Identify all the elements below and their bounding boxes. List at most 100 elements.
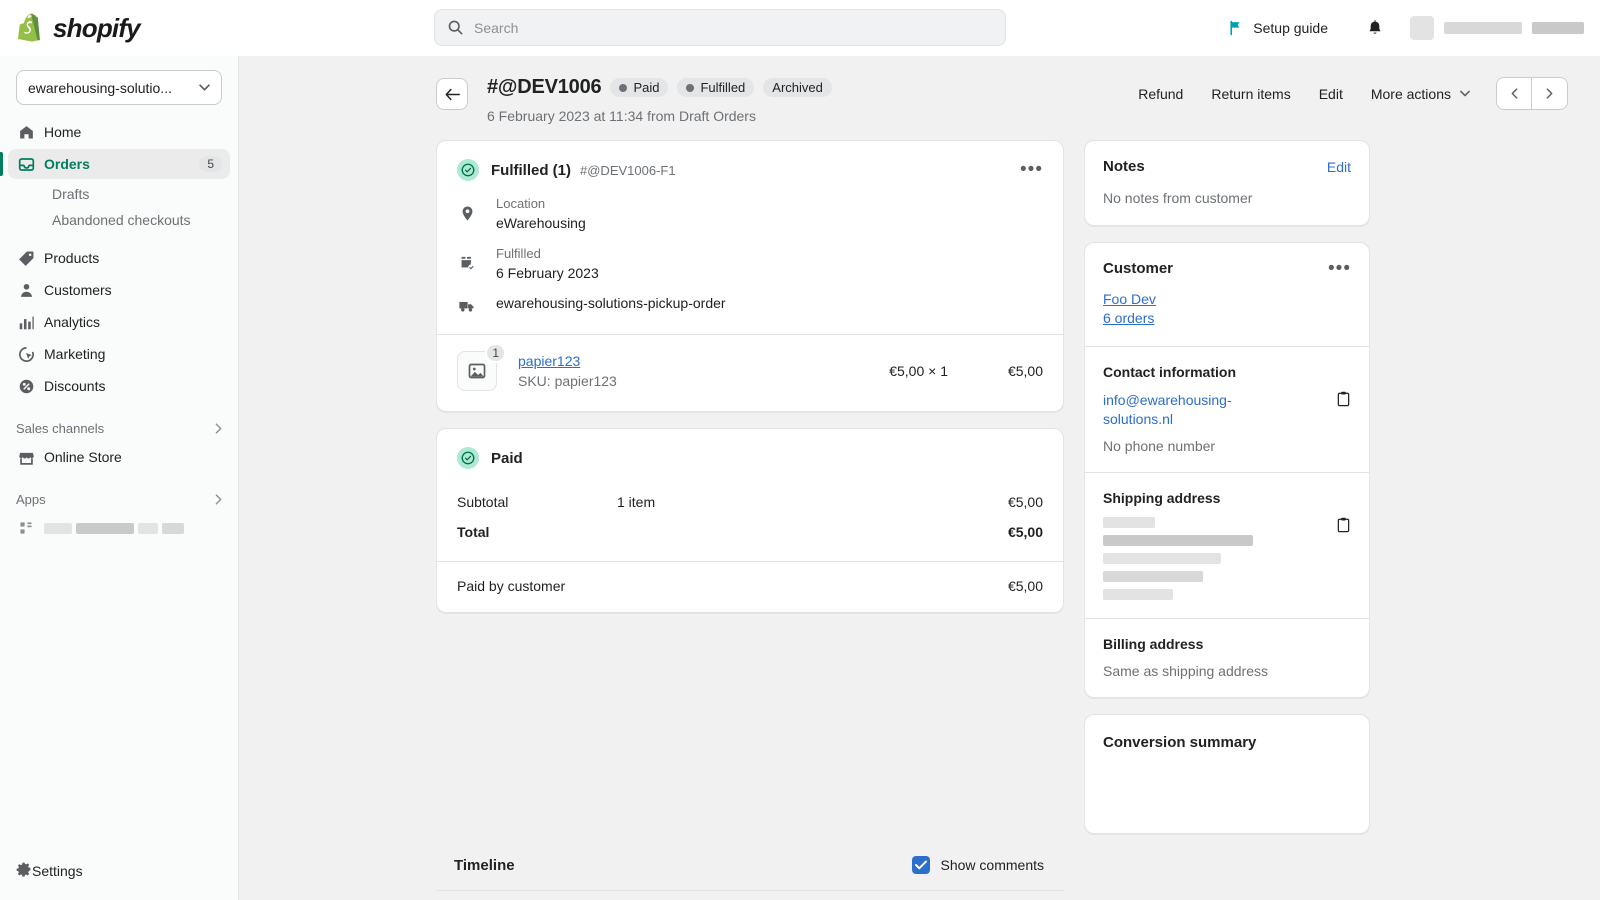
edit-button[interactable]: Edit — [1305, 79, 1357, 109]
sidebar-group-apps[interactable]: Apps — [8, 486, 230, 513]
shopify-logo[interactable]: shopify — [0, 0, 239, 56]
totals-row-total: Total €5,00 — [437, 515, 1063, 545]
app-name-redacted-4 — [162, 522, 184, 534]
chevron-down-icon — [1460, 90, 1470, 97]
sales-channels-label: Sales channels — [16, 421, 105, 436]
more-actions-button[interactable]: More actions — [1357, 79, 1484, 109]
sidebar-item-discounts[interactable]: Discounts — [8, 371, 230, 401]
shipping-address-redacted — [1103, 517, 1293, 600]
global-search[interactable] — [434, 9, 1006, 46]
contact-information-title: Contact information — [1103, 364, 1236, 380]
chevron-left-icon — [1511, 88, 1517, 99]
fulfillment-card: Fulfilled (1) #@DEV1006-F1 ••• Location … — [436, 140, 1064, 412]
sidebar-item-label: Products — [44, 250, 100, 266]
show-comments-label: Show comments — [940, 857, 1044, 873]
totals-row-subtotal: Subtotal 1 item €5,00 — [437, 489, 1063, 515]
sidebar-item-label: Home — [44, 124, 82, 140]
total-mid — [617, 524, 1008, 540]
more-actions-label: More actions — [1370, 85, 1451, 102]
customer-email-row: info@ewarehousing-solutions.nl — [1103, 391, 1351, 429]
timeline-title: Timeline — [454, 856, 515, 874]
notes-body: No notes from customer — [1103, 190, 1253, 206]
sidebar-group-sales-channels[interactable]: Sales channels — [8, 415, 230, 442]
sidebar-item-app-redacted[interactable] — [8, 513, 230, 543]
shipping-address-section: Shipping address — [1085, 472, 1369, 618]
discounts-icon — [16, 376, 36, 396]
chevron-right-icon — [1546, 88, 1553, 99]
header-actions: Refund Return items Edit More actions — [1124, 77, 1568, 110]
user-menu[interactable] — [1410, 16, 1584, 40]
line-item-name-link[interactable]: papier123 — [518, 353, 580, 369]
conversion-summary-title: Conversion summary — [1103, 734, 1257, 751]
show-comments-checkbox[interactable] — [911, 856, 930, 874]
user-name-redacted — [1444, 22, 1522, 34]
sidebar: ewarehousing-solutio... Home Orders 5 Dr… — [0, 56, 239, 900]
topbar-right-cluster: Setup guide — [1218, 0, 1600, 56]
notifications-button[interactable] — [1356, 9, 1394, 47]
total-label: Total — [457, 524, 490, 540]
home-icon — [16, 122, 36, 142]
notes-header: Notes Edit — [1085, 141, 1369, 175]
next-order-button[interactable] — [1532, 77, 1568, 110]
setup-guide-button[interactable]: Setup guide — [1218, 14, 1338, 42]
sidebar-item-label: Analytics — [44, 314, 101, 330]
page-title: #@DEV1006 — [487, 76, 602, 98]
customer-more-icon[interactable]: ••• — [1328, 259, 1351, 278]
previous-order-button[interactable] — [1496, 77, 1532, 110]
notes-edit-link[interactable]: Edit — [1327, 159, 1351, 175]
billing-address-section: Billing address Same as shipping address — [1085, 618, 1369, 697]
shipping-method-value: ewarehousing-solutions-pickup-order — [496, 295, 726, 311]
fulfillment-card-header: Fulfilled (1) #@DEV1006-F1 ••• — [437, 141, 1063, 181]
customer-phone: No phone number — [1103, 438, 1216, 454]
back-button[interactable] — [436, 78, 468, 110]
right-column: Notes Edit No notes from customer Custom… — [1084, 140, 1370, 850]
fulfilled-package-icon — [457, 253, 477, 273]
check-icon — [914, 860, 927, 870]
copy-email-icon[interactable] — [1328, 391, 1351, 412]
payment-totals: Subtotal 1 item €5,00 Total €5,00 — [437, 473, 1063, 545]
order-pagination — [1496, 77, 1568, 110]
sidebar-item-products[interactable]: Products — [8, 243, 230, 273]
analytics-icon — [16, 312, 36, 332]
payment-title: Paid — [491, 449, 523, 467]
setup-guide-label: Setup guide — [1253, 20, 1328, 36]
customer-email-link[interactable]: info@ewarehousing-solutions.nl — [1103, 391, 1283, 429]
sidebar-item-label: Online Store — [44, 449, 122, 465]
sidebar-item-online-store[interactable]: Online Store — [8, 442, 230, 472]
store-switcher[interactable]: ewarehousing-solutio... — [16, 70, 222, 105]
sidebar-item-orders[interactable]: Orders 5 — [0, 149, 230, 179]
customer-orders-link[interactable]: 6 orders — [1103, 310, 1351, 326]
title-block: #@DEV1006 Paid Fulfilled Archived 6 Febr… — [487, 76, 832, 124]
order-detail-page: #@DEV1006 Paid Fulfilled Archived 6 Febr… — [239, 56, 1600, 900]
sidebar-item-home[interactable]: Home — [8, 117, 230, 147]
search-input[interactable] — [474, 19, 954, 36]
refund-button[interactable]: Refund — [1124, 79, 1197, 109]
show-comments-toggle[interactable]: Show comments — [911, 856, 1044, 874]
customer-card: Customer ••• Foo Dev 6 orders Contact in… — [1084, 242, 1370, 698]
sidebar-item-settings[interactable]: Settings — [8, 856, 230, 886]
products-icon — [16, 248, 36, 268]
paid-check-icon — [457, 447, 479, 469]
payment-card: Paid Subtotal 1 item €5,00 Total €5,00 P… — [436, 428, 1064, 613]
sidebar-item-customers[interactable]: Customers — [8, 275, 230, 305]
return-items-button[interactable]: Return items — [1197, 79, 1304, 109]
sidebar-item-marketing[interactable]: Marketing — [8, 339, 230, 369]
sidebar-item-analytics[interactable]: Analytics — [8, 307, 230, 337]
location-pin-icon — [457, 203, 477, 223]
fulfillment-more-icon[interactable]: ••• — [1020, 160, 1043, 179]
shipping-address-body — [1103, 517, 1351, 600]
line-item-row: 1 papier123 SKU: papier123 €5,00 × 1 €5,… — [437, 335, 1063, 411]
subtotal-items: 1 item — [617, 494, 656, 510]
shopify-bag-icon — [18, 12, 40, 42]
sidebar-item-drafts[interactable]: Drafts — [8, 181, 230, 207]
line-item-quantity-badge: 1 — [485, 343, 506, 363]
customer-identity: Foo Dev 6 orders — [1085, 277, 1369, 346]
status-badge-label: Archived — [772, 80, 823, 95]
fulfilled-date-value: 6 February 2023 — [496, 265, 599, 281]
conversion-summary-card: Conversion summary — [1084, 714, 1370, 834]
line-item-total: €5,00 — [1007, 363, 1043, 379]
customer-name-link[interactable]: Foo Dev — [1103, 291, 1351, 307]
copy-shipping-address-icon[interactable] — [1328, 517, 1351, 538]
sidebar-item-abandoned-checkouts[interactable]: Abandoned checkouts — [8, 207, 230, 233]
